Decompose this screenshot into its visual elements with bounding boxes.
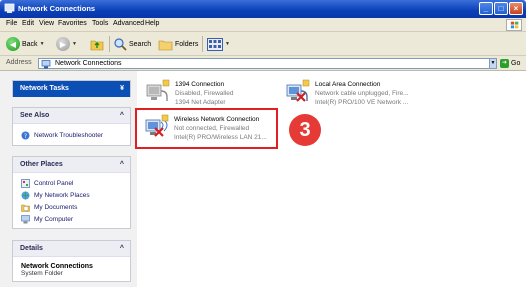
go-arrow-icon: ➜ <box>500 59 509 68</box>
control-panel-icon <box>21 178 30 188</box>
address-input[interactable]: Network Connections <box>38 58 497 69</box>
connection-1394[interactable]: 1394 Connection Disabled, Firewalled 139… <box>144 79 234 107</box>
details-name: Network Connections <box>21 263 93 270</box>
connection-device: 1394 Net Adapter <box>175 99 226 106</box>
my-network-places-link[interactable]: My Network Places <box>21 190 124 200</box>
folders-icon <box>158 40 173 50</box>
network-tasks-header[interactable]: Network Tasks ¥ <box>13 81 130 97</box>
connection-status: Disabled, Firewalled <box>175 90 234 97</box>
computer-icon <box>21 214 30 223</box>
connection-local-area[interactable]: Local Area Connection Network cable unpl… <box>284 79 409 107</box>
help-icon: ? <box>21 131 30 140</box>
task-pane: Network Tasks ¥ See Also ^ ? Network Tro… <box>0 71 137 287</box>
back-arrow-icon: ◀ <box>6 37 20 51</box>
close-button[interactable]: × <box>509 2 523 15</box>
network-tasks-panel: Network Tasks ¥ <box>12 80 131 97</box>
chevron-down-icon: ▼ <box>225 41 230 47</box>
minimize-button[interactable]: _ <box>479 2 493 15</box>
network-troubleshooter-link[interactable]: ? Network Troubleshooter <box>21 130 124 140</box>
see-also-header[interactable]: See Also ^ <box>13 108 130 124</box>
toolbar: ◀ Back ▼ ▶ ▼ Search Folders ▼ <box>0 32 526 56</box>
chevron-up-icon: ^ <box>119 161 124 168</box>
views-button[interactable]: ▼ <box>207 36 230 52</box>
menu-edit[interactable]: Edit <box>22 20 34 27</box>
network-places-icon <box>21 191 30 199</box>
network-connections-icon <box>41 60 51 69</box>
menu-advanced[interactable]: Advanced <box>113 20 144 27</box>
highlight-box <box>135 108 278 149</box>
documents-folder-icon <box>21 204 30 212</box>
svg-text:?: ? <box>24 133 27 140</box>
chevron-down-icon: ¥ <box>120 85 124 92</box>
address-dropdown-button[interactable]: ▼ <box>489 58 497 69</box>
go-button[interactable]: ➜ Go <box>500 58 520 69</box>
unplugged-connection-icon <box>286 79 310 102</box>
address-value: Network Connections <box>55 60 122 67</box>
forward-button[interactable]: ▶ ▼ <box>56 36 77 52</box>
connection-name: 1394 Connection <box>175 81 225 88</box>
address-bar: Address Network Connections ▼ ➜ Go <box>0 56 526 71</box>
maximize-button[interactable]: □ <box>494 2 508 15</box>
disabled-connection-icon <box>146 79 170 101</box>
chevron-up-icon: ^ <box>119 245 124 252</box>
details-header[interactable]: Details ^ <box>13 241 130 257</box>
forward-arrow-icon: ▶ <box>56 37 70 51</box>
menu-view[interactable]: View <box>39 20 54 27</box>
network-connections-icon <box>4 3 15 13</box>
back-button[interactable]: ◀ Back ▼ <box>6 36 45 52</box>
details-panel: Details ^ Network Connections System Fol… <box>12 240 131 282</box>
chevron-up-icon: ^ <box>119 112 124 119</box>
search-button[interactable]: Search <box>113 36 151 52</box>
connections-view: 1394 Connection Disabled, Firewalled 139… <box>137 71 526 287</box>
see-also-panel: See Also ^ ? Network Troubleshooter <box>12 107 131 146</box>
connection-name: Local Area Connection <box>315 81 381 88</box>
windows-logo-icon <box>506 19 522 31</box>
folder-up-icon <box>90 40 104 51</box>
views-icon <box>207 37 223 51</box>
title-bar: Network Connections _ □ × <box>0 0 526 18</box>
control-panel-link[interactable]: Control Panel <box>21 178 124 188</box>
other-places-panel: Other Places ^ Control Panel My Network … <box>12 156 131 229</box>
chevron-down-icon: ▼ <box>39 41 45 47</box>
menu-help[interactable]: Help <box>145 20 159 27</box>
folders-button[interactable]: Folders <box>158 36 198 52</box>
my-documents-link[interactable]: My Documents <box>21 202 124 212</box>
other-places-header[interactable]: Other Places ^ <box>13 157 130 173</box>
menu-file[interactable]: File <box>6 20 17 27</box>
connection-device: Intel(R) PRO/100 VE Network ... <box>315 99 409 106</box>
details-type: System Folder <box>21 270 63 277</box>
up-folder-button[interactable] <box>90 36 104 52</box>
my-computer-link[interactable]: My Computer <box>21 214 124 224</box>
chevron-down-icon: ▼ <box>72 41 77 47</box>
connection-status: Network cable unplugged, Fire... <box>315 90 409 97</box>
menu-bar: File Edit View Favorites Tools Advanced … <box>0 18 526 32</box>
window-title: Network Connections <box>18 4 96 13</box>
menu-favorites[interactable]: Favorites <box>58 20 87 27</box>
step-number-badge: 3 <box>289 114 321 146</box>
address-label: Address <box>6 59 32 66</box>
menu-tools[interactable]: Tools <box>92 20 108 27</box>
search-icon <box>114 38 127 51</box>
